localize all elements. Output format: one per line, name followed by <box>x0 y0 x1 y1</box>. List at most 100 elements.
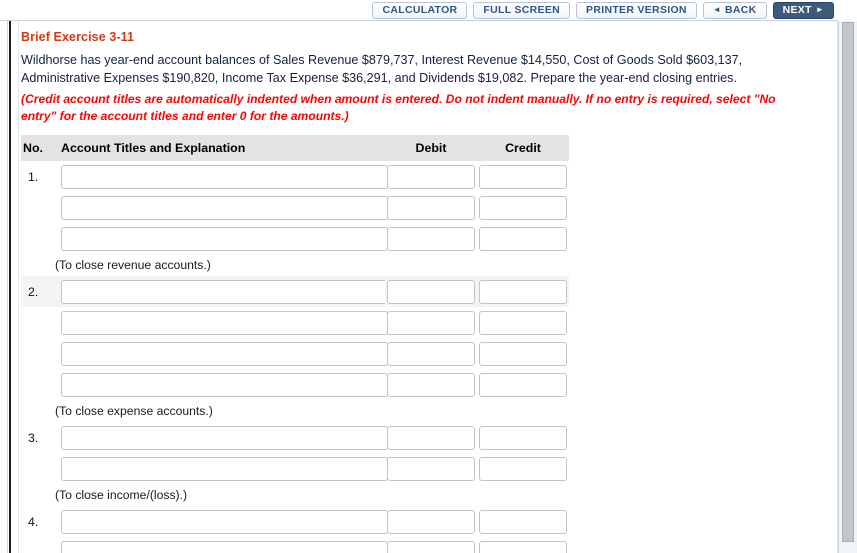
journal-memo-row: (To close revenue accounts.) <box>21 254 569 276</box>
account-title-input[interactable] <box>61 226 388 251</box>
account-title-input-cell <box>55 537 388 553</box>
credit-amount-input[interactable] <box>479 509 567 534</box>
account-title-input-cell <box>55 161 388 192</box>
debit-amount-input[interactable] <box>387 540 475 553</box>
credit-amount-input[interactable] <box>479 310 567 335</box>
debit-amount-input[interactable] <box>387 310 475 335</box>
journal-memo-row: (To close expense accounts.) <box>21 400 569 422</box>
debit-amount-input-cell <box>385 453 477 484</box>
entry-number-spacer <box>21 537 55 553</box>
page-title: Brief Exercise 3-11 <box>21 30 135 44</box>
credit-amount-input[interactable] <box>479 341 567 366</box>
account-title-input[interactable] <box>61 456 388 481</box>
entry-number-spacer <box>21 223 55 254</box>
entry-number-spacer <box>21 192 55 223</box>
account-title-input-cell <box>55 192 388 223</box>
column-header-account: Account Titles and Explanation <box>55 135 385 161</box>
account-title-input[interactable] <box>61 310 388 335</box>
back-button-label: BACK <box>725 4 757 16</box>
debit-amount-input[interactable] <box>387 341 475 366</box>
journal-entry-table: No. Account Titles and Explanation Debit… <box>21 135 569 553</box>
debit-amount-input-cell <box>385 338 477 369</box>
printer-version-button[interactable]: PRINTER VERSION <box>576 1 697 19</box>
debit-amount-input[interactable] <box>387 372 475 397</box>
account-title-input-cell <box>55 453 388 484</box>
left-frame-outer <box>0 21 8 553</box>
entry-number: 2. <box>21 276 55 307</box>
memo-spacer <box>21 484 55 506</box>
calculator-button[interactable]: CALCULATOR <box>372 1 468 19</box>
instruction-note: (Credit account titles are automatically… <box>21 92 776 123</box>
memo-spacer <box>21 400 55 422</box>
debit-amount-input[interactable] <box>387 226 475 251</box>
top-toolbar: CALCULATOR FULL SCREEN PRINTER VERSION ◄… <box>0 0 838 21</box>
journal-row <box>21 537 569 553</box>
debit-amount-input[interactable] <box>387 195 475 220</box>
entry-number: 4. <box>28 514 39 529</box>
account-title-input[interactable] <box>61 341 388 366</box>
account-title-input-cell <box>55 506 388 537</box>
column-header-credit: Credit <box>477 135 569 161</box>
debit-amount-input-cell <box>385 369 477 400</box>
account-title-input[interactable] <box>61 164 388 189</box>
journal-row: 3. <box>21 422 569 453</box>
credit-amount-input-cell <box>477 161 569 192</box>
debit-amount-input[interactable] <box>387 456 475 481</box>
debit-amount-input[interactable] <box>387 164 475 189</box>
debit-amount-input[interactable] <box>387 509 475 534</box>
next-button[interactable]: NEXT ► <box>772 1 834 19</box>
memo-spacer <box>21 254 55 276</box>
debit-amount-input-cell <box>385 422 477 453</box>
credit-amount-input-cell <box>477 192 569 223</box>
credit-amount-input-cell <box>477 307 569 338</box>
entry-number-spacer <box>21 338 55 369</box>
account-title-input[interactable] <box>61 425 388 450</box>
entry-number: 1. <box>28 169 39 184</box>
next-button-label: NEXT <box>782 4 812 16</box>
journal-row: 1. <box>21 161 569 192</box>
credit-amount-input-cell <box>477 422 569 453</box>
account-title-input[interactable] <box>61 509 388 534</box>
debit-amount-input-cell <box>385 161 477 192</box>
full-screen-button[interactable]: FULL SCREEN <box>473 1 571 19</box>
journal-row <box>21 369 569 400</box>
account-title-input[interactable] <box>61 540 388 553</box>
debit-amount-input-cell <box>385 276 477 307</box>
credit-amount-input[interactable] <box>479 425 567 450</box>
journal-memo-row: (To close income/(loss).) <box>21 484 569 506</box>
credit-amount-input[interactable] <box>479 226 567 251</box>
back-button[interactable]: ◄ BACK <box>702 1 767 19</box>
account-title-input-cell <box>55 276 388 307</box>
journal-row <box>21 307 569 338</box>
chevron-left-icon: ◄ <box>712 5 722 14</box>
calculator-button-label: CALCULATOR <box>382 4 458 16</box>
credit-amount-input-cell <box>477 453 569 484</box>
credit-amount-input[interactable] <box>479 540 567 553</box>
column-header-no: No. <box>21 135 55 161</box>
credit-amount-input[interactable] <box>479 195 567 220</box>
debit-amount-input-cell <box>385 192 477 223</box>
credit-amount-input[interactable] <box>479 279 567 304</box>
debit-amount-input[interactable] <box>387 279 475 304</box>
table-body: 1. (To close revenue accounts.) 2. (To clos… <box>21 161 569 553</box>
entry-number-spacer <box>21 453 55 484</box>
scrollbar-thumb[interactable] <box>842 22 854 542</box>
credit-amount-input[interactable] <box>479 372 567 397</box>
vertical-scrollbar[interactable] <box>838 21 857 553</box>
entry-memo: (To close expense accounts.) <box>55 404 213 418</box>
credit-amount-input-cell <box>477 369 569 400</box>
account-title-input-cell <box>55 223 388 254</box>
credit-amount-input-cell <box>477 537 569 553</box>
account-title-input[interactable] <box>61 279 388 304</box>
account-title-input[interactable] <box>61 372 388 397</box>
column-header-debit: Debit <box>385 135 477 161</box>
debit-amount-input-cell <box>385 506 477 537</box>
credit-amount-input[interactable] <box>479 164 567 189</box>
account-title-input[interactable] <box>61 195 388 220</box>
entry-number-spacer <box>21 369 55 400</box>
credit-amount-input[interactable] <box>479 456 567 481</box>
debit-amount-input-cell <box>385 537 477 553</box>
debit-amount-input[interactable] <box>387 425 475 450</box>
journal-row: 2. <box>21 276 569 307</box>
credit-amount-input-cell <box>477 338 569 369</box>
